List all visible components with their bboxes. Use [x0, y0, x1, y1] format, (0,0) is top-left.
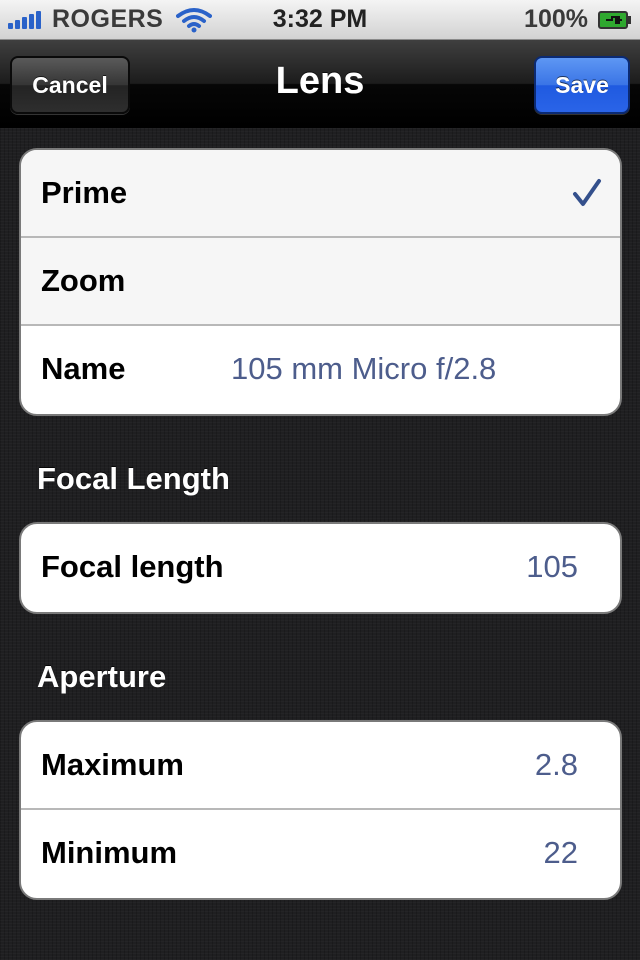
checkmark-icon [573, 179, 601, 206]
focal-length-label: Focal length [41, 549, 224, 584]
name-field[interactable]: 105 mm Micro f/2.8 [231, 326, 496, 412]
battery-charging-icon [598, 11, 631, 29]
option-label: Prime [41, 175, 128, 210]
section-header-aperture: Aperture [37, 659, 167, 694]
aperture-minimum-row[interactable]: Minimum 22 [21, 810, 620, 898]
focal-length-group: Focal length 105 [19, 522, 622, 614]
navigation-bar: Cancel Lens Save [0, 40, 640, 128]
maximum-aperture-field[interactable]: 2.8 [535, 722, 578, 808]
aperture-group: Maximum 2.8 Minimum 22 [19, 720, 622, 900]
lens-type-option-zoom[interactable]: Zoom [21, 238, 620, 326]
lens-type-group: Prime Zoom Name 105 mm Micro f/2.8 [19, 148, 622, 416]
save-button[interactable]: Save [534, 56, 630, 114]
name-label: Name [41, 351, 126, 386]
aperture-maximum-row[interactable]: Maximum 2.8 [21, 722, 620, 810]
lens-type-option-prime[interactable]: Prime [21, 150, 620, 238]
battery-percent: 100% [524, 5, 588, 33]
minimum-aperture-field[interactable]: 22 [544, 810, 578, 896]
option-label: Zoom [41, 263, 126, 298]
name-row[interactable]: Name 105 mm Micro f/2.8 [21, 326, 620, 414]
section-header-focal-length: Focal Length [37, 461, 230, 496]
status-bar: ROGERS 3:32 PM 100% [0, 0, 640, 40]
minimum-label: Minimum [41, 835, 178, 870]
maximum-label: Maximum [41, 747, 184, 782]
focal-length-field[interactable]: 105 [526, 524, 578, 610]
focal-length-row[interactable]: Focal length 105 [21, 524, 620, 612]
